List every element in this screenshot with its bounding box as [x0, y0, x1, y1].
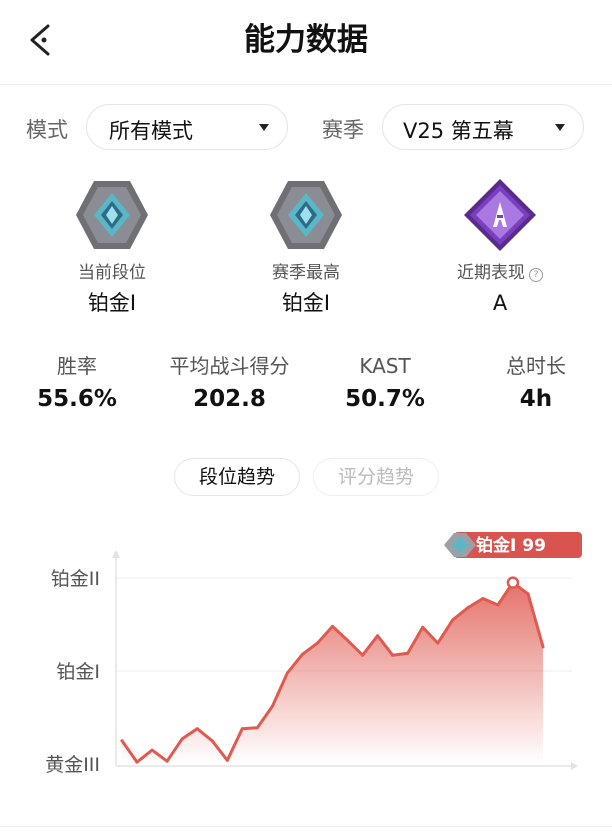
grade-a-icon — [464, 179, 536, 251]
rank-value: 铂金I — [87, 291, 137, 315]
stat-value: 50.7% — [345, 386, 425, 412]
recent-label-text: 近期表现 — [457, 263, 525, 283]
stat-value: 202.8 — [193, 386, 266, 412]
data-point — [406, 651, 410, 655]
data-point — [391, 653, 395, 657]
mode-label: 模式 — [26, 118, 68, 142]
rank-label: 近期表现? — [415, 261, 585, 285]
data-point — [466, 606, 470, 610]
data-point — [331, 624, 334, 628]
tab-rank-trend[interactable]: 段位趋势 — [174, 458, 300, 496]
mode-select[interactable]: 所有模式 — [86, 104, 288, 150]
stat-winrate: 胜率 55.6% — [22, 352, 132, 416]
rank-season-best[interactable]: 赛季最高 铂金I — [221, 175, 391, 317]
data-point — [376, 634, 380, 638]
filter-row: 模式 所有模式 赛季 V25 第五幕 — [0, 104, 612, 152]
rank-label: 赛季最高 — [272, 263, 340, 283]
divider — [0, 826, 612, 827]
data-point — [210, 739, 214, 743]
rank-value: A — [492, 291, 508, 315]
data-point — [225, 758, 229, 762]
stat-label: 总时长 — [506, 354, 566, 378]
data-point — [421, 625, 425, 629]
stat-label: 胜率 — [57, 354, 97, 378]
rank-label: 当前段位 — [78, 263, 146, 283]
data-point — [496, 603, 500, 607]
page-title: 能力数据 — [244, 22, 368, 58]
stat-kast: KAST 50.7% — [330, 352, 440, 416]
data-point — [316, 641, 319, 645]
data-point — [300, 652, 304, 656]
caret-down-icon — [555, 124, 565, 131]
season-select[interactable]: V25 第五幕 — [382, 104, 584, 150]
stat-label: 平均战斗得分 — [169, 354, 290, 378]
data-point — [361, 653, 365, 657]
data-point — [526, 592, 530, 596]
y-tick-label: 铂金I — [56, 661, 100, 683]
stat-avg-score: 平均战斗得分 202.8 — [152, 352, 307, 416]
x-axis-arrow — [571, 762, 578, 770]
peak-marker — [506, 576, 520, 589]
y-tick-label: 黄金III — [45, 754, 100, 776]
rank-trend-chart: 黄金III 铂金I 铂金II 铂金I 99 — [45, 532, 582, 776]
data-point — [481, 597, 485, 600]
mode-select-value: 所有模式 — [109, 119, 193, 143]
data-point — [436, 641, 440, 645]
data-point — [195, 727, 199, 731]
stat-label: KAST — [359, 354, 411, 378]
recent-performance[interactable]: 近期表现? A — [415, 175, 585, 317]
rank-value: 铂金I — [281, 291, 331, 315]
stat-total-time: 总时长 4h — [486, 352, 586, 416]
data-point — [541, 645, 545, 649]
data-point — [135, 760, 139, 764]
data-point — [150, 748, 154, 752]
data-point — [120, 739, 124, 743]
data-point — [285, 671, 289, 675]
data-point — [240, 727, 244, 731]
season-label: 赛季 — [322, 118, 364, 142]
data-point — [255, 726, 259, 730]
y-axis-arrow — [112, 550, 120, 558]
season-select-value: V25 第五幕 — [403, 119, 514, 143]
help-icon[interactable]: ? — [529, 268, 543, 282]
data-point — [180, 737, 184, 741]
y-tick-label: 铂金II — [51, 568, 100, 590]
data-point — [270, 704, 274, 708]
peak-badge-label: 铂金I 99 — [476, 535, 546, 556]
data-point — [346, 638, 349, 642]
header: 能力数据 — [0, 0, 612, 85]
platinum-rank-icon — [270, 181, 342, 249]
data-point — [451, 618, 455, 622]
stat-value: 4h — [519, 386, 553, 412]
data-point — [165, 759, 169, 763]
caret-down-icon — [259, 124, 269, 131]
stat-value: 55.6% — [37, 386, 117, 412]
rank-current[interactable]: 当前段位 铂金I — [27, 175, 197, 317]
platinum-rank-icon — [76, 181, 148, 249]
tab-score-trend[interactable]: 评分趋势 — [313, 458, 439, 496]
